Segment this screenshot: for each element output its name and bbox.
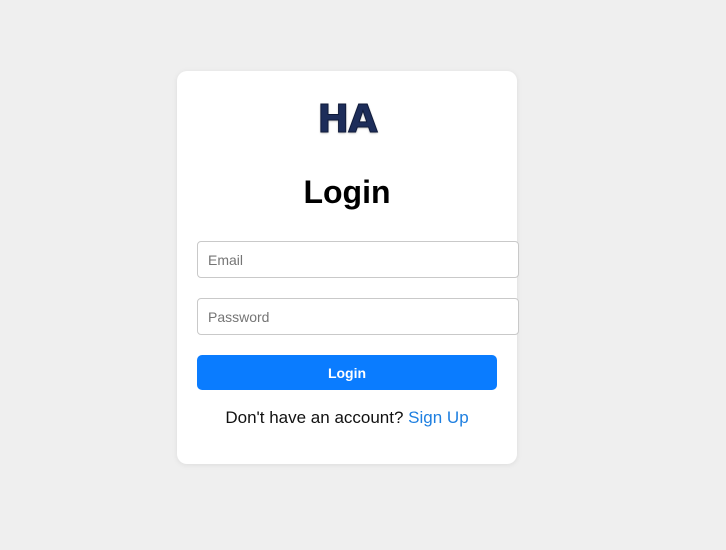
signup-link[interactable]: Sign Up — [408, 408, 468, 427]
login-card: HA Login Login Don't have an account? Si… — [177, 71, 519, 464]
page-title: Login — [303, 174, 391, 210]
signup-prompt: Don't have an account? Sign Up — [177, 408, 517, 428]
email-field[interactable] — [197, 241, 519, 278]
logo: HA — [317, 97, 378, 141]
login-button[interactable]: Login — [197, 355, 497, 390]
signup-prompt-text: Don't have an account? — [225, 408, 404, 427]
password-field[interactable] — [197, 298, 519, 335]
